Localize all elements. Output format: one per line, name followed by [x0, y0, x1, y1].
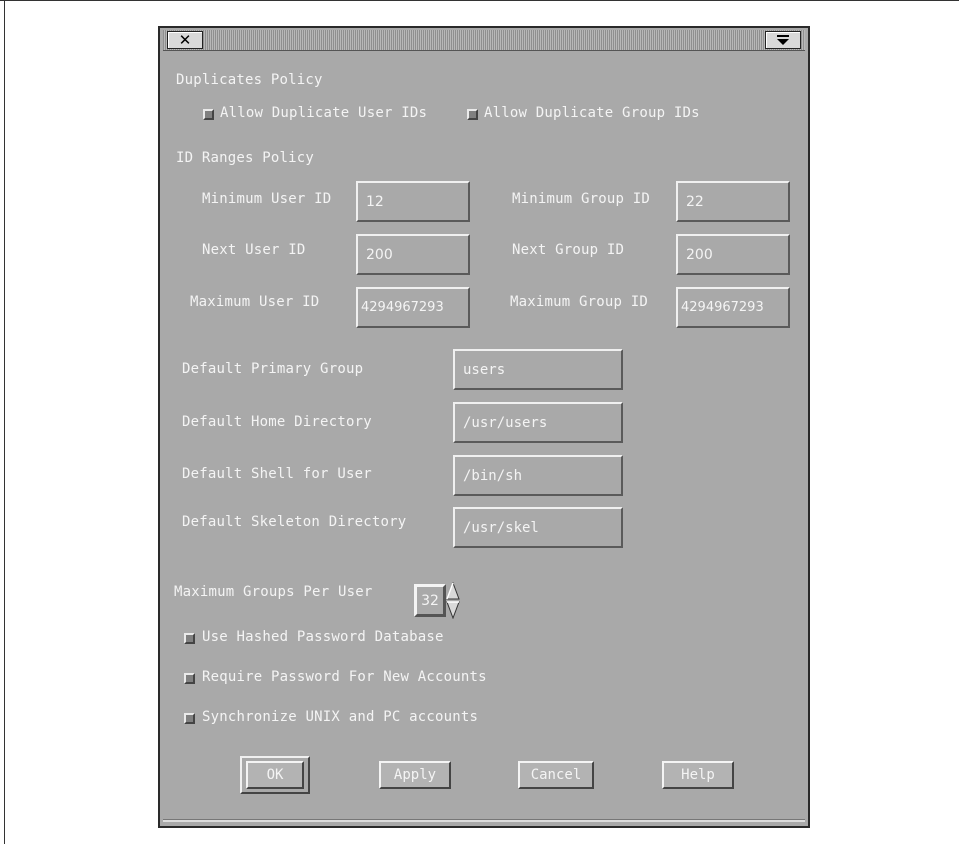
synchronize-accounts-label[interactable]: Synchronize UNIX and PC accounts — [202, 709, 478, 725]
maximum-groups-per-user-label: Maximum Groups Per User — [174, 584, 373, 600]
default-shell-label: Default Shell for User — [182, 466, 372, 482]
spinner-down-arrow-icon[interactable] — [446, 601, 460, 619]
next-user-id-field[interactable]: 200 — [356, 234, 470, 275]
require-password-label[interactable]: Require Password For New Accounts — [202, 669, 487, 685]
hashed-password-label[interactable]: Use Hashed Password Database — [202, 629, 444, 645]
minimum-user-id-field[interactable]: 12 — [356, 181, 470, 222]
default-skeleton-directory-field[interactable]: /usr/skel — [453, 507, 623, 548]
page-frame-left — [4, 0, 5, 844]
user-policy-dialog: ✕ Duplicates Policy Allow Duplicate User… — [158, 26, 810, 828]
hashed-password-checkbox[interactable] — [184, 633, 195, 644]
maximum-user-id-label: Maximum User ID — [190, 294, 320, 310]
next-group-id-field[interactable]: 200 — [676, 234, 790, 275]
synchronize-accounts-checkbox[interactable] — [184, 713, 195, 724]
maximum-group-id-label: Maximum Group ID — [510, 294, 649, 310]
close-icon[interactable]: ✕ — [167, 31, 203, 49]
bottom-border — [163, 819, 805, 822]
title-bar[interactable]: ✕ — [163, 30, 805, 51]
next-group-id-label: Next Group ID — [512, 242, 625, 258]
default-primary-group-label: Default Primary Group — [182, 361, 364, 377]
maximum-groups-per-user-field[interactable]: 32 — [414, 584, 446, 617]
default-primary-group-field[interactable]: users — [453, 349, 623, 390]
allow-duplicate-group-ids-label[interactable]: Allow Duplicate Group IDs — [484, 105, 700, 121]
default-home-directory-label: Default Home Directory — [182, 414, 372, 430]
window-menu-glyph — [777, 35, 789, 45]
minimum-group-id-label: Minimum Group ID — [512, 191, 651, 207]
spinner-up-arrow-icon[interactable] — [446, 582, 460, 600]
apply-button[interactable]: Apply — [379, 761, 451, 789]
next-user-id-label: Next User ID — [202, 242, 306, 258]
default-home-directory-field[interactable]: /usr/users — [453, 402, 623, 443]
default-skeleton-directory-label: Default Skeleton Directory — [182, 514, 407, 530]
page-frame-top — [0, 0, 959, 1]
help-button[interactable]: Help — [662, 761, 734, 789]
id-ranges-policy-heading: ID Ranges Policy — [176, 150, 315, 166]
ok-button[interactable]: OK — [246, 761, 304, 789]
minimum-group-id-field[interactable]: 22 — [676, 181, 790, 222]
minimum-user-id-label: Minimum User ID — [202, 191, 332, 207]
maximum-group-id-field[interactable]: 4294967293 — [676, 287, 790, 328]
allow-duplicate-group-ids-checkbox[interactable] — [467, 109, 478, 120]
cancel-button[interactable]: Cancel — [518, 761, 594, 789]
default-shell-field[interactable]: /bin/sh — [453, 455, 623, 496]
duplicates-policy-heading: Duplicates Policy — [176, 72, 323, 88]
require-password-checkbox[interactable] — [184, 673, 195, 684]
allow-duplicate-user-ids-checkbox[interactable] — [203, 109, 214, 120]
allow-duplicate-user-ids-label[interactable]: Allow Duplicate User IDs — [220, 105, 427, 121]
window-menu-icon[interactable] — [765, 31, 801, 49]
maximum-user-id-field[interactable]: 4294967293 — [356, 287, 470, 328]
